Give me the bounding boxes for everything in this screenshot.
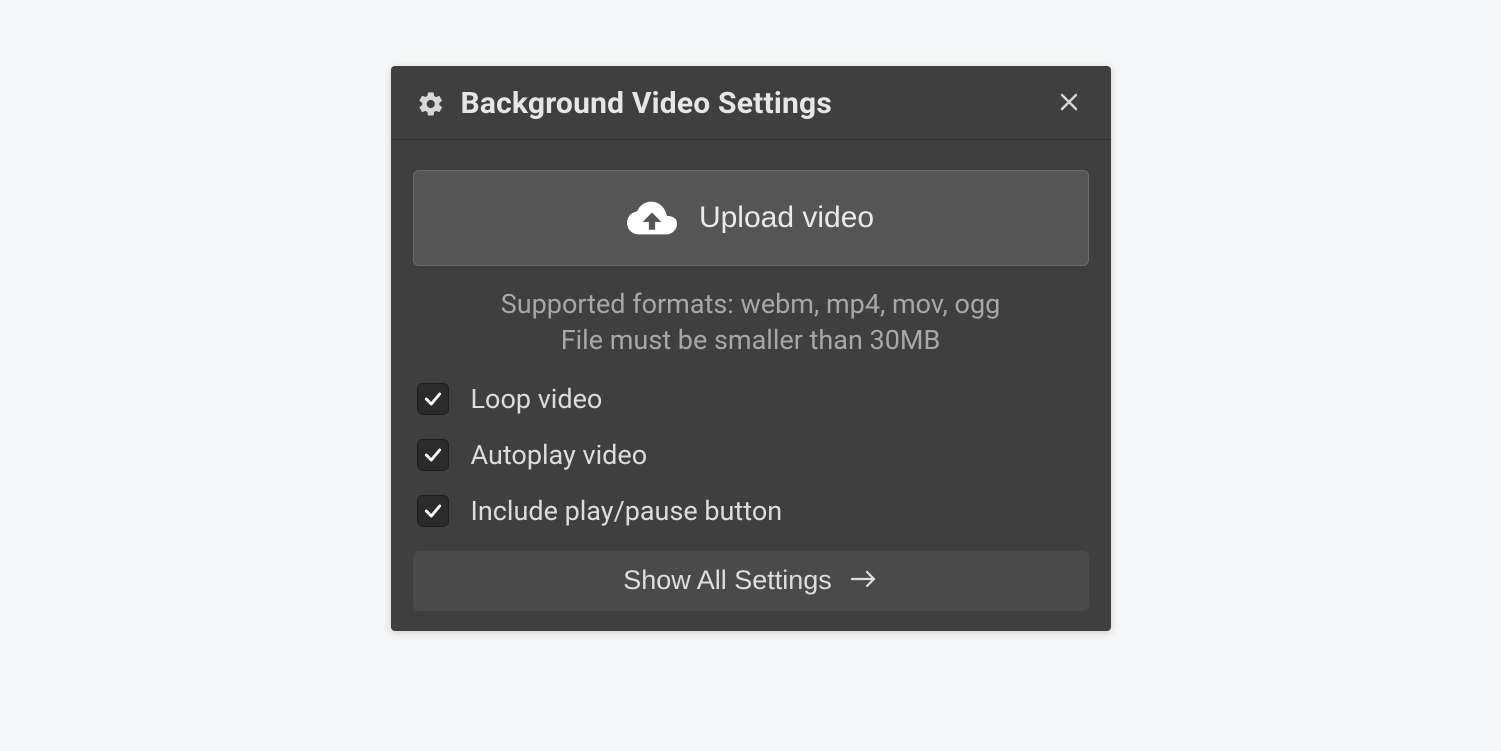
- option-label: Autoplay video: [471, 439, 648, 471]
- upload-hint: Supported formats: webm, mp4, mov, ogg F…: [413, 286, 1089, 359]
- option-loop-video: Loop video: [417, 383, 1089, 415]
- check-icon: [423, 389, 443, 409]
- upload-video-button[interactable]: Upload video: [413, 170, 1089, 266]
- check-icon: [423, 501, 443, 521]
- upload-video-label: Upload video: [699, 201, 874, 235]
- show-all-label: Show All Settings: [623, 565, 832, 596]
- option-autoplay-video: Autoplay video: [417, 439, 1089, 471]
- close-icon: [1057, 90, 1081, 117]
- option-label: Loop video: [471, 383, 603, 415]
- checkbox-play-pause-button[interactable]: [417, 495, 449, 527]
- arrow-right-icon: [850, 565, 878, 596]
- panel-body: Upload video Supported formats: webm, mp…: [391, 140, 1111, 631]
- close-button[interactable]: [1053, 88, 1085, 120]
- option-label: Include play/pause button: [471, 495, 783, 527]
- cloud-upload-icon: [627, 200, 677, 236]
- check-icon: [423, 445, 443, 465]
- panel-header: Background Video Settings: [391, 66, 1111, 140]
- checkbox-loop-video[interactable]: [417, 383, 449, 415]
- hint-formats: Supported formats: webm, mp4, mov, ogg: [413, 286, 1089, 322]
- show-all-settings-button[interactable]: Show All Settings: [413, 551, 1089, 611]
- background-video-settings-panel: Background Video Settings Upload video S…: [391, 66, 1111, 631]
- gear-icon: [417, 90, 445, 118]
- hint-size: File must be smaller than 30MB: [413, 322, 1089, 358]
- checkbox-autoplay-video[interactable]: [417, 439, 449, 471]
- options-list: Loop video Autoplay video Include play/p…: [413, 383, 1089, 527]
- panel-title: Background Video Settings: [461, 86, 1053, 121]
- option-play-pause-button: Include play/pause button: [417, 495, 1089, 527]
